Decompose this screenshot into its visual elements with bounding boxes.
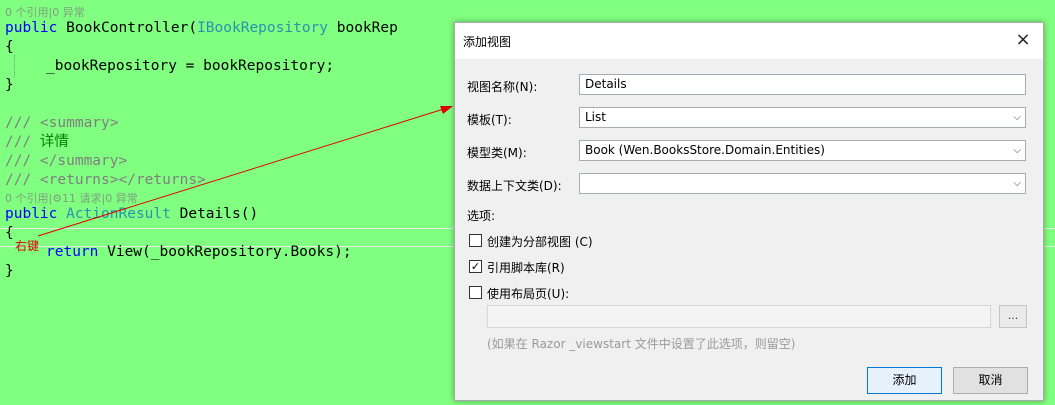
model-class-select[interactable]: Book (Wen.BooksStore.Domain.Entities) ⌵ [579, 140, 1026, 161]
dialog-title: 添加视图 [463, 35, 512, 49]
layout-hint: (如果在 Razor _viewstart 文件中设置了此选项，则留空) [487, 337, 796, 351]
model-class-label: 模型类(M): [467, 146, 527, 160]
script-libraries-label[interactable]: 引用脚本库(R) [487, 259, 565, 276]
view-name-label: 视图名称(N): [467, 80, 538, 94]
model-class-value: Book (Wen.BooksStore.Domain.Entities) [585, 143, 825, 157]
close-icon[interactable]: × [1013, 30, 1033, 50]
view-name-value: Details [585, 77, 627, 91]
add-button[interactable]: 添加 [867, 367, 942, 394]
chevron-down-icon: ⌵ [1013, 112, 1021, 123]
chevron-down-icon: ⌵ [1013, 145, 1021, 156]
browse-button[interactable]: ... [999, 305, 1027, 328]
template-value: List [585, 110, 606, 124]
data-context-label: 数据上下文类(D): [467, 179, 562, 193]
add-view-dialog: 添加视图 × 视图名称(N): Details 模板(T): List ⌵ 模型类… [454, 22, 1044, 401]
cancel-button[interactable]: 取消 [953, 367, 1028, 394]
data-context-select[interactable]: ⌵ [579, 173, 1026, 194]
layout-page-label[interactable]: 使用布局页(U): [487, 285, 569, 302]
chevron-down-icon: ⌵ [1013, 178, 1021, 189]
arrow-line [37, 107, 448, 237]
layout-page-input[interactable] [487, 305, 991, 328]
arrow-head [440, 106, 453, 114]
script-libraries-checkbox[interactable]: ✓ [469, 260, 482, 273]
template-label: 模板(T): [467, 113, 512, 127]
partial-view-label[interactable]: 创建为分部视图 (C) [487, 233, 593, 250]
template-select[interactable]: List ⌵ [579, 107, 1026, 128]
dialog-titlebar[interactable]: 添加视图 × [455, 23, 1043, 59]
partial-view-checkbox[interactable] [469, 234, 482, 247]
check-icon: ✓ [470, 260, 481, 273]
view-name-input[interactable]: Details [579, 74, 1026, 95]
layout-page-checkbox[interactable] [469, 286, 482, 299]
options-label: 选项: [467, 209, 496, 223]
